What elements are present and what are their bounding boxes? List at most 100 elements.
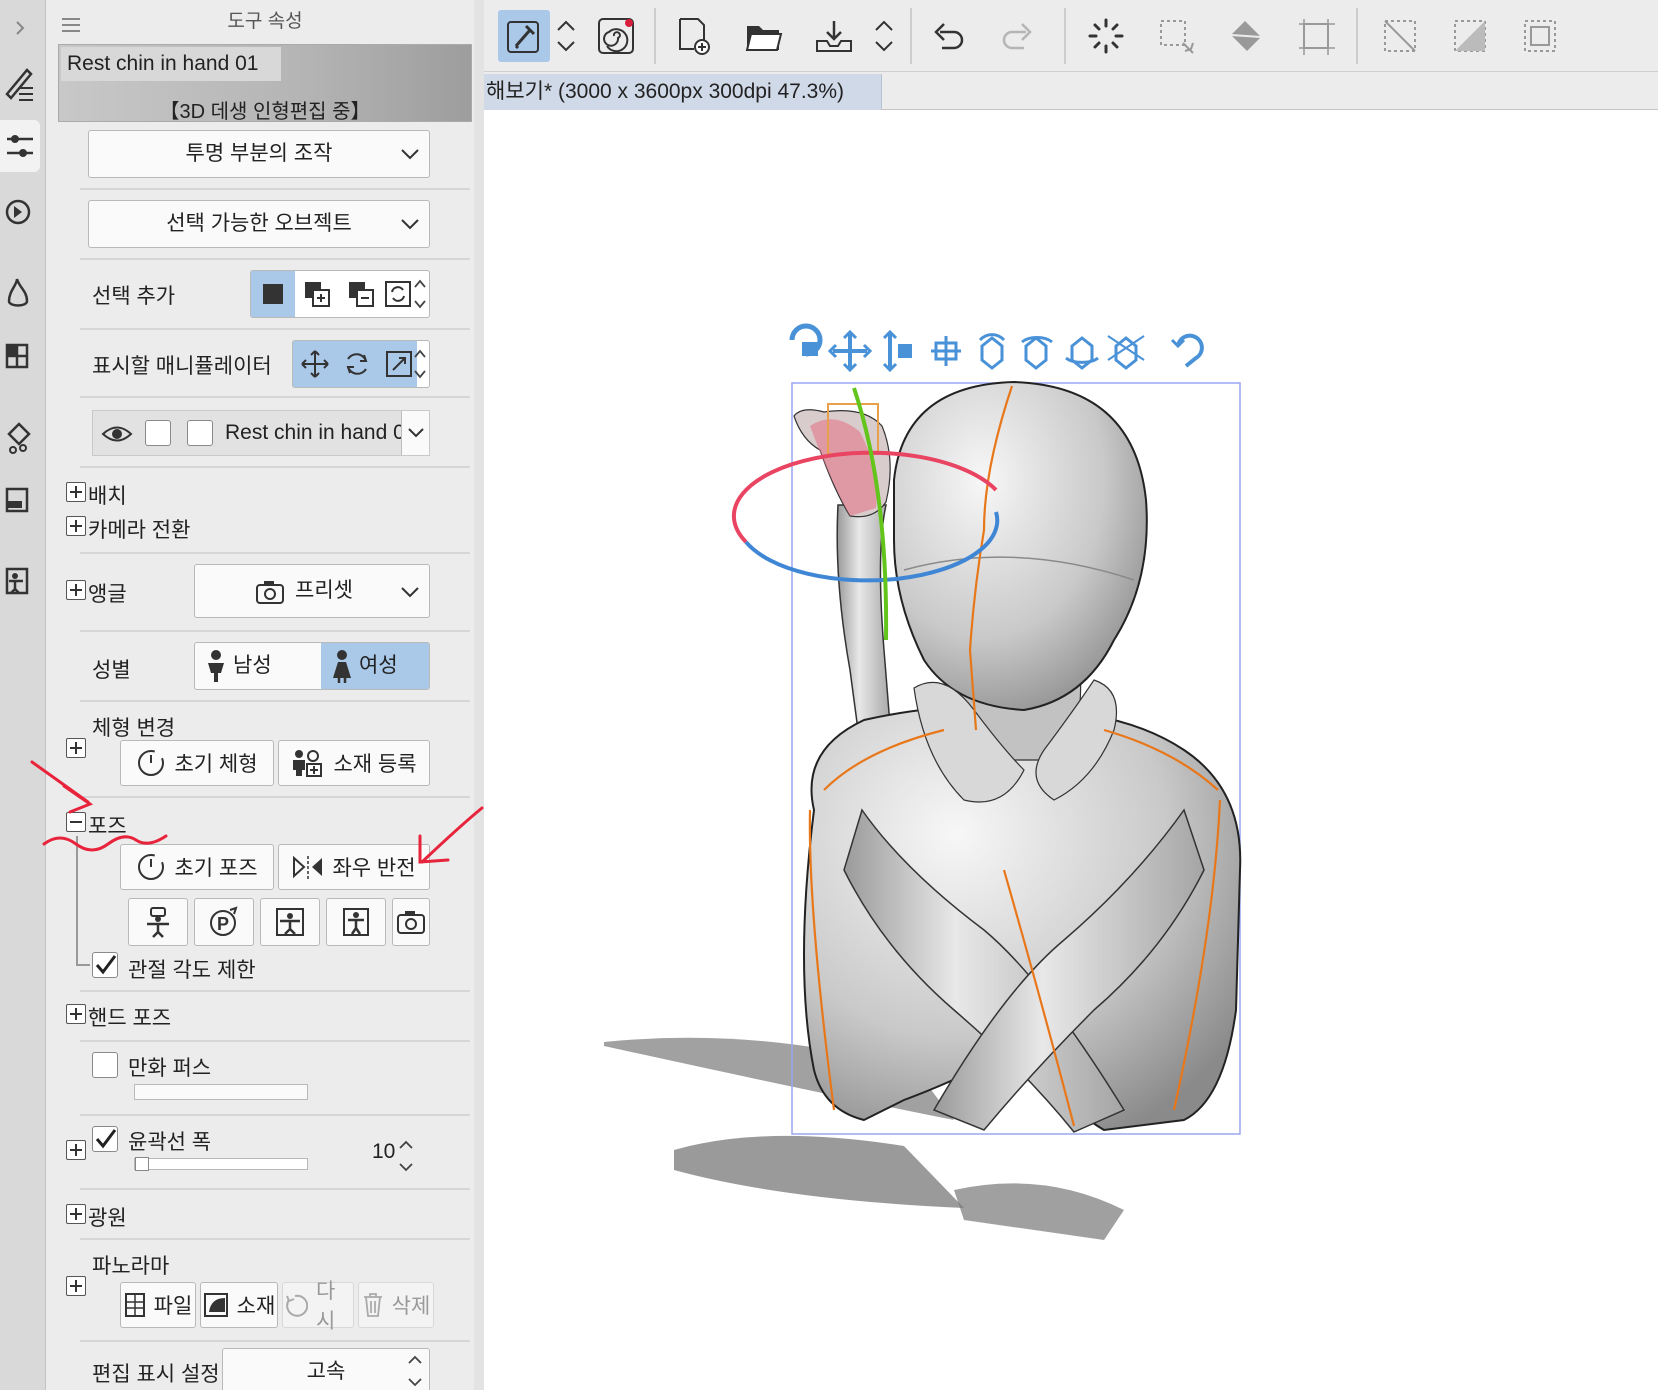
hand-pose-section[interactable]: 핸드 포즈 (88, 1002, 171, 1032)
invert-selection-icon[interactable] (1444, 10, 1496, 62)
expand-placement-icon[interactable] (66, 482, 86, 502)
reset-rotation-icon[interactable] (1170, 333, 1204, 368)
tool-property-icon[interactable] (0, 120, 40, 172)
spin-arrows-icon[interactable] (413, 275, 427, 313)
light-source-section[interactable]: 광원 (88, 1202, 127, 1232)
object-rotate-y-icon[interactable] (1021, 336, 1053, 370)
pose-camera-button[interactable] (392, 898, 430, 946)
redo-icon[interactable] (992, 10, 1044, 62)
chevron-down-icon (401, 587, 419, 598)
edit-display-dropdown[interactable]: 고속 (222, 1348, 430, 1390)
pose-figure-lock-button[interactable] (128, 898, 188, 946)
object-move-icon[interactable] (931, 336, 961, 366)
manipulator-label: 표시할 매니퓰레이터 (92, 355, 272, 378)
camera-zoom-icon[interactable] (882, 329, 912, 373)
tool-switch-spin-icon[interactable] (550, 10, 582, 62)
canvas-area[interactable] (484, 110, 1658, 1390)
selectable-objects-dropdown[interactable]: 선택 가능한 오브젝트 (88, 200, 430, 248)
spin-arrows-icon[interactable] (413, 345, 427, 383)
crop-frame-icon[interactable] (1290, 10, 1342, 62)
outline-width-value[interactable]: 10 (372, 1140, 395, 1164)
open-folder-icon[interactable] (738, 10, 790, 62)
expand-light-icon[interactable] (66, 1204, 86, 1224)
add-selection-icon[interactable] (295, 271, 339, 317)
rotate-icon[interactable] (335, 341, 379, 387)
undo-icon[interactable] (922, 10, 974, 62)
manga-perspective-checkbox[interactable] (92, 1052, 118, 1078)
move-arrows-icon[interactable] (293, 341, 337, 387)
expand-angle-icon[interactable] (66, 580, 86, 600)
panorama-material-button[interactable]: 소재 (200, 1282, 278, 1328)
camera-pan-icon[interactable] (827, 329, 873, 373)
expand-outline-icon[interactable] (66, 1140, 86, 1160)
color-drop-icon[interactable] (0, 266, 40, 318)
camera-switch-section[interactable]: 카메라 전환 (88, 514, 190, 544)
object-row[interactable]: Rest chin in hand 01 (92, 410, 430, 456)
panel-scrollbar[interactable] (474, 0, 484, 1390)
transparent-operation-dropdown[interactable]: 투명 부분의 조작 (88, 130, 430, 178)
object-color-checkbox[interactable] (187, 420, 213, 446)
object-rotate-icon[interactable] (978, 333, 1006, 370)
object-dropdown-button[interactable] (401, 411, 429, 455)
expand-hand-pose-icon[interactable] (66, 1004, 86, 1024)
expand-body-change-icon[interactable] (66, 738, 86, 758)
object-snap-icon[interactable] (1107, 335, 1145, 370)
object-rotate-z-icon[interactable] (1065, 336, 1099, 370)
pen-tool-icon[interactable] (0, 58, 40, 110)
document-tab[interactable]: 해보기* (3000 x 3600px 300dpi 47.3%) (484, 74, 882, 110)
figure-material-icon[interactable] (0, 556, 40, 608)
placement-section[interactable]: 배치 (88, 480, 127, 510)
divider (80, 188, 470, 190)
new-file-icon[interactable] (668, 10, 720, 62)
panorama-file-button[interactable]: 파일 (120, 1282, 196, 1328)
toggle-selection-icon[interactable] (383, 271, 413, 317)
select-area-icon[interactable] (1150, 10, 1202, 62)
layer-property-icon[interactable] (0, 412, 40, 464)
camera-rotate-icon[interactable] (789, 323, 823, 357)
gender-toggle: 남성 여성 (194, 642, 430, 690)
eye-icon[interactable] (101, 423, 133, 445)
loading-spinner-icon[interactable] (1080, 10, 1132, 62)
panorama-delete-button[interactable]: 삭제 (358, 1282, 434, 1328)
spin-arrows-icon[interactable] (398, 1138, 414, 1174)
preset-dropdown[interactable]: 프리셋 (194, 564, 430, 618)
layer-icon[interactable] (0, 474, 40, 526)
outline-width-checkbox[interactable] (92, 1126, 118, 1152)
export-tray-icon[interactable] (808, 10, 860, 62)
initial-body-button[interactable]: 초기 체형 (120, 740, 274, 786)
navigator-icon[interactable] (0, 186, 40, 238)
female-button[interactable]: 여성 (321, 643, 429, 689)
lock-checkbox[interactable] (145, 420, 171, 446)
expand-chevron-icon[interactable] (0, 2, 40, 54)
pose-material-button[interactable] (260, 898, 320, 946)
expand-camera-icon[interactable] (66, 516, 86, 536)
3d-figure-canvas[interactable] (484, 110, 1658, 1390)
manga-perspective-slider[interactable] (134, 1084, 308, 1100)
male-button[interactable]: 남성 (195, 643, 321, 689)
expand-panorama-icon[interactable] (66, 1276, 86, 1296)
flip-horizontal-button[interactable]: 좌우 반전 (278, 844, 430, 890)
new-selection-icon[interactable] (251, 271, 295, 317)
slider-knob[interactable] (135, 1157, 149, 1171)
fill-bucket-icon[interactable] (1220, 10, 1272, 62)
eyedropper-tool-icon[interactable] (498, 10, 550, 62)
color-set-icon[interactable] (0, 330, 40, 382)
subtract-selection-icon[interactable] (339, 271, 383, 317)
register-material-button[interactable]: 소재 등록 (278, 740, 430, 786)
outline-width-slider[interactable] (134, 1157, 308, 1171)
spiral-app-icon[interactable] (590, 10, 642, 62)
selectable-objects-label: 선택 가능한 오브젝트 (166, 212, 352, 235)
pose-p-button[interactable]: P (194, 898, 254, 946)
export-spin-icon[interactable] (868, 10, 900, 62)
angle-section[interactable]: 앵글 (88, 578, 127, 608)
joint-limit-checkbox[interactable] (92, 952, 118, 978)
initial-pose-button[interactable]: 초기 포즈 (120, 844, 274, 890)
figure-head[interactable] (893, 380, 1148, 712)
pose-figure-button[interactable] (326, 898, 386, 946)
deselect-icon[interactable] (1374, 10, 1426, 62)
panorama-redo-button[interactable]: 다시 (282, 1280, 354, 1333)
divider (80, 328, 470, 330)
pose-section[interactable]: 포즈 (88, 810, 127, 840)
collapse-pose-icon[interactable] (66, 812, 86, 832)
select-all-icon[interactable] (1514, 10, 1566, 62)
